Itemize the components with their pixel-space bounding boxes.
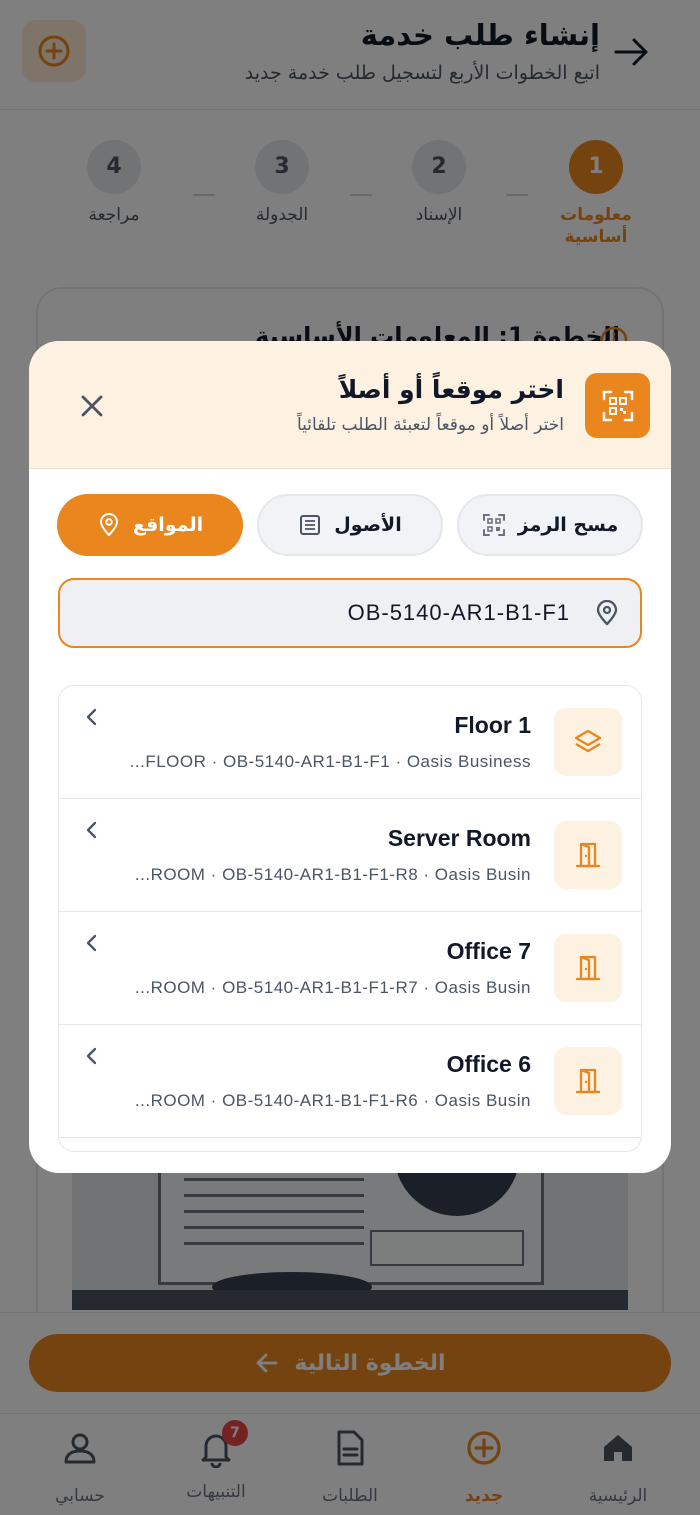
location-pin-icon xyxy=(99,513,118,536)
filter-label: الأصول xyxy=(334,514,402,536)
door-icon xyxy=(575,1068,601,1094)
location-results-list: Floor 1 ...FLOOR · OB-5140-AR1-B1-F1 · O… xyxy=(58,685,642,1152)
modal-header-icon xyxy=(585,373,650,438)
result-icon-tile xyxy=(554,708,622,776)
layers-icon xyxy=(574,729,602,753)
filter-label: المواقع xyxy=(132,514,204,536)
qr-scan-icon xyxy=(602,390,633,421)
result-meta: ...FLOOR · OB-5140-AR1-B1-F1 · Oasis Bus… xyxy=(129,752,531,771)
qr-scan-icon xyxy=(482,514,505,536)
modal-subtitle: اختر أصلاً أو موقعاً لتعبئة الطلب تلقائي… xyxy=(296,415,564,435)
filter-label: مسح الرمز xyxy=(517,514,619,536)
chevron-left-icon xyxy=(86,708,97,726)
chevron-left-icon xyxy=(86,821,97,839)
chevron-left-icon xyxy=(86,934,97,952)
filter-assets-button[interactable]: الأصول xyxy=(257,494,443,556)
door-icon xyxy=(575,955,601,981)
door-icon xyxy=(575,842,601,868)
location-result-row[interactable]: Office 7 ...ROOM · OB-5140-AR1-B1-F1-R7 … xyxy=(59,912,641,1025)
result-name: Office 6 xyxy=(446,1051,531,1077)
modal-header: اختر موقعاً أو أصلاً اختر أصلاً أو موقعا… xyxy=(29,341,671,469)
filter-locations-button[interactable]: المواقع xyxy=(57,494,243,556)
modal-title: اختر موقعاً أو أصلاً xyxy=(338,375,564,404)
location-result-row[interactable]: Office 6 ...ROOM · OB-5140-AR1-B1-F1-R6 … xyxy=(59,1025,641,1138)
result-icon-tile xyxy=(554,1047,622,1115)
result-icon-tile xyxy=(554,934,622,1002)
close-icon[interactable] xyxy=(77,391,107,421)
location-search-box xyxy=(58,578,642,648)
result-name: Floor 1 xyxy=(454,712,531,738)
filter-scan-code-button[interactable]: مسح الرمز xyxy=(457,494,643,556)
location-search-input[interactable] xyxy=(80,580,570,646)
location-result-row[interactable]: Floor 1 ...FLOOR · OB-5140-AR1-B1-F1 · O… xyxy=(59,686,641,799)
location-result-row[interactable]: Server Room ...ROOM · OB-5140-AR1-B1-F1-… xyxy=(59,799,641,912)
location-picker-modal: اختر موقعاً أو أصلاً اختر أصلاً أو موقعا… xyxy=(29,341,671,1173)
location-pin-icon xyxy=(596,600,618,626)
chevron-left-icon xyxy=(86,1047,97,1065)
result-meta: ...ROOM · OB-5140-AR1-B1-F1-R6 · Oasis B… xyxy=(134,1091,531,1110)
list-icon xyxy=(300,515,321,535)
result-icon-tile xyxy=(554,821,622,889)
result-name: Server Room xyxy=(387,825,531,851)
result-meta: ...ROOM · OB-5140-AR1-B1-F1-R7 · Oasis B… xyxy=(134,978,531,997)
result-meta: ...ROOM · OB-5140-AR1-B1-F1-R8 · Oasis B… xyxy=(134,865,531,884)
result-name: Office 7 xyxy=(446,938,531,964)
